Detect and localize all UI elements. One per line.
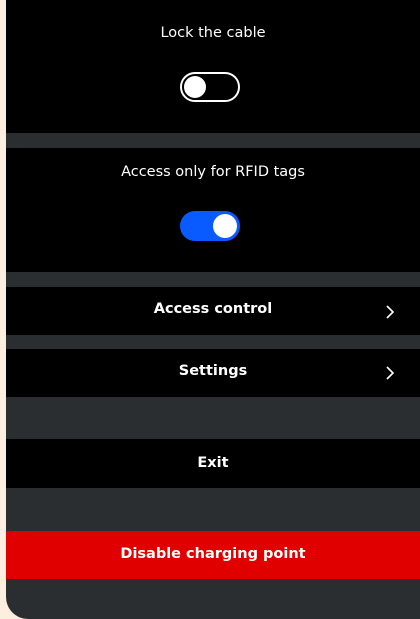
settings-label: Settings [178, 363, 248, 379]
lock-cable-label: Lock the cable [160, 25, 266, 41]
exit-button[interactable]: Exit [6, 439, 420, 488]
lock-cable-panel: Lock the cable [6, 0, 420, 133]
disable-charging-point-label: Disable charging point [120, 546, 306, 562]
rfid-access-panel: Access only for RFID tags [6, 148, 420, 272]
rfid-access-toggle[interactable] [180, 211, 240, 241]
settings-row[interactable]: Settings [6, 349, 420, 397]
exit-label: Exit [197, 455, 229, 471]
rfid-access-label: Access only for RFID tags [121, 164, 305, 180]
chevron-right-icon [386, 305, 395, 319]
toggle-knob [213, 214, 237, 238]
access-control-label: Access control [153, 301, 273, 317]
access-control-row[interactable]: Access control [6, 287, 420, 335]
disable-charging-point-button[interactable]: Disable charging point [6, 531, 420, 579]
app-screen: Lock the cable Access only for RFID tags… [6, 0, 420, 619]
lock-cable-toggle[interactable] [180, 72, 240, 102]
toggle-knob [184, 76, 206, 98]
chevron-right-icon [386, 366, 395, 380]
